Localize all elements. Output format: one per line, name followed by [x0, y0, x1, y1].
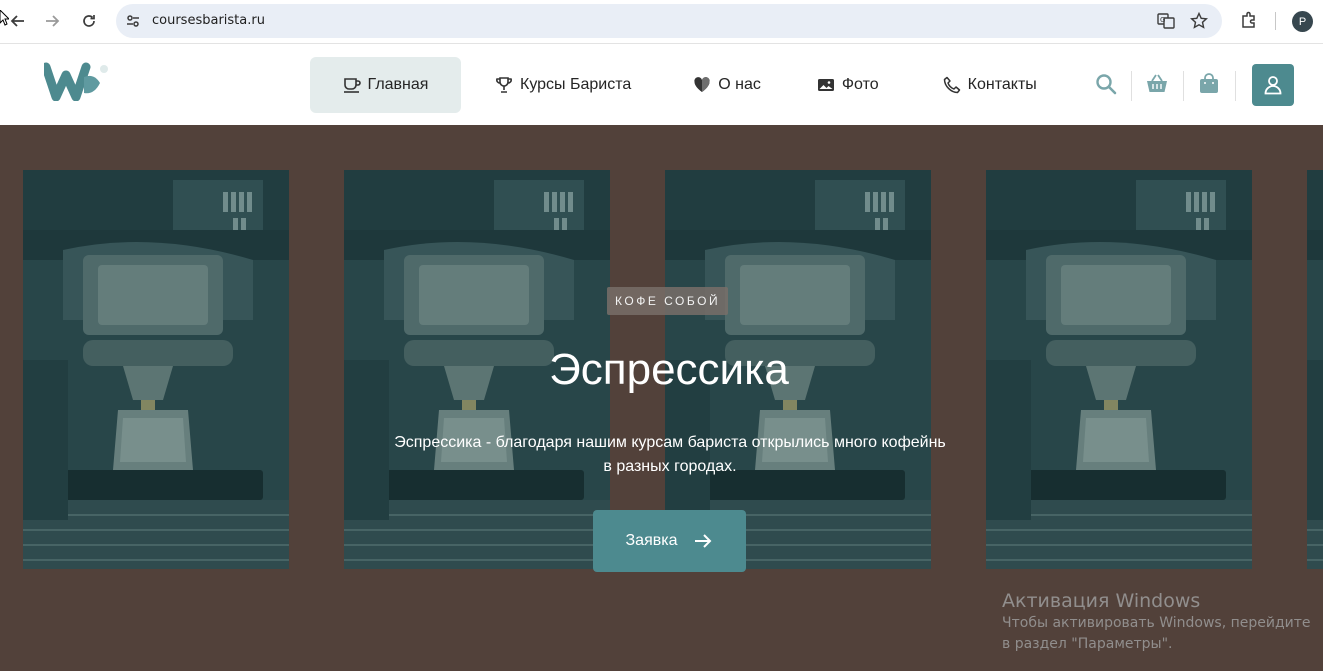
hero-section: КОФЕ СОБОЙ Эспрессика Эспрессика - благо… [0, 125, 1323, 671]
browser-toolbar: coursesbarista.ru G P [0, 0, 1323, 44]
heart-icon [694, 77, 710, 92]
menu-label-home: Главная [367, 76, 429, 93]
extensions-icon[interactable] [1240, 11, 1258, 29]
reload-button[interactable] [75, 7, 103, 35]
arrow-right-icon [695, 534, 712, 548]
search-icon[interactable] [1095, 73, 1117, 95]
main-menu: Главная Курсы Бариста О нас Фото Контакт… [310, 57, 1053, 113]
request-button[interactable]: Заявка [593, 510, 746, 572]
trophy-icon [496, 77, 512, 93]
site-header: Главная Курсы Бариста О нас Фото Контакт… [0, 45, 1323, 125]
reload-icon [83, 15, 95, 27]
bag-icon[interactable] [1198, 73, 1220, 95]
toolbar-divider [1275, 12, 1276, 30]
request-button-label: Заявка [625, 532, 678, 549]
site-logo[interactable] [44, 61, 112, 101]
menu-label-contacts: Контакты [967, 76, 1037, 93]
phone-icon [943, 76, 960, 94]
hero-description: Эспрессика - благодаря нашим курсам бари… [394, 434, 946, 475]
hero-badge: КОФЕ СОБОЙ [607, 287, 729, 315]
header-divider [1235, 71, 1236, 101]
hero-title: Эспрессика [549, 345, 789, 394]
menu-item-home[interactable]: Главная [310, 57, 461, 113]
windows-activation-title: Активация Windows [1002, 590, 1201, 612]
menu-label-about: О нас [718, 76, 761, 93]
user-icon [1264, 76, 1282, 95]
profile-avatar[interactable]: P [1292, 11, 1313, 32]
menu-item-photo[interactable]: Фото [801, 57, 895, 113]
menu-label-photo: Фото [841, 76, 879, 93]
forward-button[interactable] [38, 7, 66, 35]
url-text: coursesbarista.ru [152, 13, 265, 28]
address-bar[interactable]: coursesbarista.ru G [116, 4, 1222, 38]
account-button[interactable] [1252, 64, 1294, 106]
cup-icon [343, 78, 361, 93]
menu-item-courses[interactable]: Курсы Бариста [479, 57, 647, 113]
translate-icon[interactable]: G [1157, 12, 1175, 30]
arrow-left-icon [10, 15, 24, 27]
menu-item-about[interactable]: О нас [677, 57, 777, 113]
menu-item-contacts[interactable]: Контакты [927, 57, 1053, 113]
basket-icon[interactable] [1146, 73, 1168, 95]
image-icon [817, 79, 834, 91]
site-settings-icon[interactable] [125, 13, 141, 29]
arrow-right-icon [46, 15, 60, 27]
windows-activation-text: Чтобы активировать Windows, перейдите в … [1002, 615, 1311, 652]
back-button[interactable] [4, 7, 32, 35]
header-divider [1131, 71, 1132, 101]
header-divider [1183, 71, 1184, 101]
bookmark-star-icon[interactable] [1190, 12, 1208, 30]
svg-text:G: G [1160, 16, 1165, 24]
menu-label-courses: Курсы Бариста [520, 76, 632, 93]
